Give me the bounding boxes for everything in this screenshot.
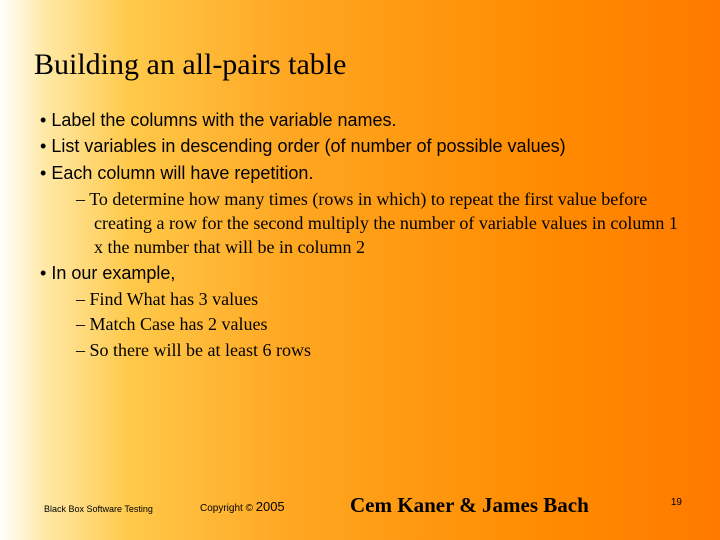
footer-authors: Cem Kaner & James Bach [350,493,589,518]
slide-body: Label the columns with the variable name… [40,108,690,363]
copyright-label: Copyright © [200,503,253,514]
bullet-item: Label the columns with the variable name… [40,108,690,132]
sub-bullet-item: To determine how many times (rows in whi… [40,187,690,260]
footer-copyright: Copyright © 2005 [200,499,285,514]
bullet-item: In our example, [40,261,690,285]
copyright-year: 2005 [256,499,285,514]
sub-bullet-item: Find What has 3 values [40,287,690,311]
bullet-item: List variables in descending order (of n… [40,134,690,158]
slide-title: Building an all-pairs table [34,48,346,82]
sub-bullet-item: Match Case has 2 values [40,312,690,336]
bullet-item: Each column will have repetition. [40,161,690,185]
slide: Building an all-pairs table Label the co… [0,0,720,540]
sub-bullet-item: So there will be at least 6 rows [40,338,690,362]
page-number: 19 [671,497,682,508]
footer-left: Black Box Software Testing [44,504,153,514]
